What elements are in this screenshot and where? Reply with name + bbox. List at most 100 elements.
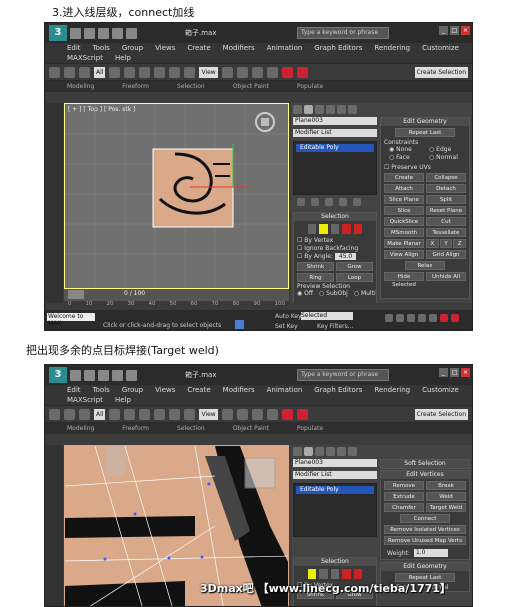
filter-dropdown[interactable]: All	[94, 408, 106, 420]
planar-z-button[interactable]: Z	[453, 239, 467, 248]
vertex-mode-icon[interactable]	[308, 569, 317, 579]
search-input[interactable]: Type a keyword or phrase	[297, 369, 389, 381]
menu-item-customize[interactable]: Customize	[422, 43, 459, 53]
rotate-icon[interactable]	[169, 408, 181, 420]
ribbon-tab-populate[interactable]: Populate	[297, 81, 323, 92]
attach-button[interactable]: Attach	[384, 184, 424, 193]
edge-mode-icon[interactable]	[319, 224, 328, 234]
by-angle-checkbox[interactable]: ☐ By Angle: 45.0	[297, 253, 376, 261]
menu-item-maxscript[interactable]: MAXScript	[67, 53, 103, 63]
selection-rollout-title[interactable]: Selection	[294, 213, 376, 221]
select-by-name-icon[interactable]	[124, 408, 136, 420]
ribbon-tab-object-paint[interactable]: Object Paint	[233, 81, 269, 92]
constraint-face-radio[interactable]: ○ Face	[389, 154, 429, 162]
menu-item-graph-editors[interactable]: Graph Editors	[314, 385, 362, 395]
maxscript-listener[interactable]: Welcome to MAX	[47, 313, 95, 327]
unlink-icon[interactable]	[79, 66, 90, 78]
angle-spinner[interactable]: 45.0	[334, 253, 357, 260]
preview-off-radio[interactable]: ◉ Off	[297, 290, 313, 297]
hierarchy-tab-icon[interactable]	[315, 447, 324, 456]
make-unique-icon[interactable]	[325, 198, 333, 206]
rotate-icon[interactable]	[169, 66, 181, 78]
loop-button[interactable]: Loop	[336, 273, 373, 282]
relax-button[interactable]: Relax	[405, 261, 445, 270]
soft-selection-rollout[interactable]: Soft Selection	[380, 459, 470, 469]
edge-mode-icon[interactable]	[319, 569, 328, 579]
shrink-button[interactable]: Shrink	[297, 262, 334, 271]
ring-button[interactable]: Ring	[297, 273, 334, 282]
element-mode-icon[interactable]	[353, 224, 363, 234]
maximize-icon[interactable]: □	[450, 26, 459, 35]
render-icon[interactable]	[281, 408, 293, 420]
polygon-mode-icon[interactable]	[342, 224, 351, 234]
new-icon[interactable]	[70, 369, 81, 381]
menu-item-edit[interactable]: Edit	[67, 43, 81, 53]
grow-button[interactable]: Grow	[336, 262, 373, 271]
view-align-button[interactable]: View Align	[384, 250, 424, 259]
soft-selection-title[interactable]: Soft Selection	[381, 460, 469, 468]
cut-button[interactable]: Cut	[426, 217, 466, 226]
move-icon[interactable]	[154, 408, 166, 420]
slice-button[interactable]: Slice	[384, 206, 424, 215]
maximize-icon[interactable]: □	[450, 368, 459, 377]
by-vertex-checkbox[interactable]: ☐ By Vertex	[297, 237, 376, 245]
minimize-icon[interactable]: _	[439, 368, 448, 377]
select-icon[interactable]	[109, 408, 121, 420]
link-icon[interactable]	[64, 66, 75, 78]
grid-align-button[interactable]: Grid Align	[426, 250, 466, 259]
render-setup-icon[interactable]	[296, 408, 308, 420]
selected-dropdown[interactable]: Selected	[301, 312, 353, 320]
polygon-mode-icon[interactable]	[342, 569, 351, 579]
open-icon[interactable]	[84, 369, 95, 381]
redo-icon[interactable]	[126, 27, 137, 39]
zoom-icon[interactable]	[440, 314, 448, 322]
utilities-tab-icon[interactable]	[348, 447, 357, 456]
tessellate-button[interactable]: Tessellate	[426, 228, 466, 237]
timeline[interactable]: 0 / 100	[64, 289, 289, 301]
select-icon[interactable]	[109, 66, 121, 78]
remove-unused-map-verts-button[interactable]: Remove Unused Map Verts	[384, 536, 466, 545]
chamfer-button[interactable]: Chamfer	[384, 503, 424, 512]
link-icon[interactable]	[64, 408, 75, 420]
undo-tool-icon[interactable]	[49, 66, 60, 78]
preview-subobj-radio[interactable]: ○ SubObj	[319, 290, 348, 297]
weld-button[interactable]: Weld	[426, 492, 466, 501]
create-tab-icon[interactable]	[293, 447, 302, 456]
undo-icon[interactable]	[112, 369, 123, 381]
open-icon[interactable]	[84, 27, 95, 39]
ribbon-tab-object-paint[interactable]: Object Paint	[233, 423, 269, 434]
redo-icon[interactable]	[126, 369, 137, 381]
object-name-field[interactable]: Plane003	[293, 117, 377, 125]
rect-select-icon[interactable]	[139, 408, 151, 420]
render-setup-icon[interactable]	[296, 66, 308, 78]
menu-item-tools[interactable]: Tools	[93, 385, 110, 395]
menu-item-rendering[interactable]: Rendering	[374, 43, 410, 53]
undo-icon[interactable]	[112, 27, 123, 39]
hierarchy-tab-icon[interactable]	[315, 105, 324, 114]
mirror-icon[interactable]	[266, 408, 278, 420]
extrude-button[interactable]: Extrude	[384, 492, 424, 501]
menu-item-help[interactable]: Help	[115, 53, 131, 63]
make-planar-button[interactable]: Make Planar	[384, 239, 424, 248]
coord-dropdown[interactable]: View	[199, 408, 218, 420]
pan-icon[interactable]	[451, 314, 459, 322]
render-icon[interactable]	[281, 66, 293, 78]
move-icon[interactable]	[154, 66, 166, 78]
collapse-button[interactable]: Collapse	[426, 173, 466, 182]
menu-item-help[interactable]: Help	[115, 395, 131, 405]
lock-icon[interactable]	[235, 320, 244, 329]
menu-item-group[interactable]: Group	[122, 385, 143, 395]
play-icon[interactable]	[407, 314, 415, 322]
unlink-icon[interactable]	[79, 408, 90, 420]
motion-tab-icon[interactable]	[326, 447, 335, 456]
modify-tab-icon[interactable]	[304, 105, 313, 114]
remove-modifier-icon[interactable]	[339, 198, 347, 206]
goto-end-icon[interactable]	[429, 314, 437, 322]
save-icon[interactable]	[98, 369, 109, 381]
app-logo[interactable]: 3	[49, 25, 67, 41]
ribbon-tab-freeform[interactable]: Freeform	[122, 423, 149, 434]
menu-item-create[interactable]: Create	[187, 43, 210, 53]
menu-item-modifiers[interactable]: Modifiers	[223, 43, 255, 53]
coord-dropdown[interactable]: View	[199, 66, 218, 78]
pivot-icon[interactable]	[221, 66, 233, 78]
